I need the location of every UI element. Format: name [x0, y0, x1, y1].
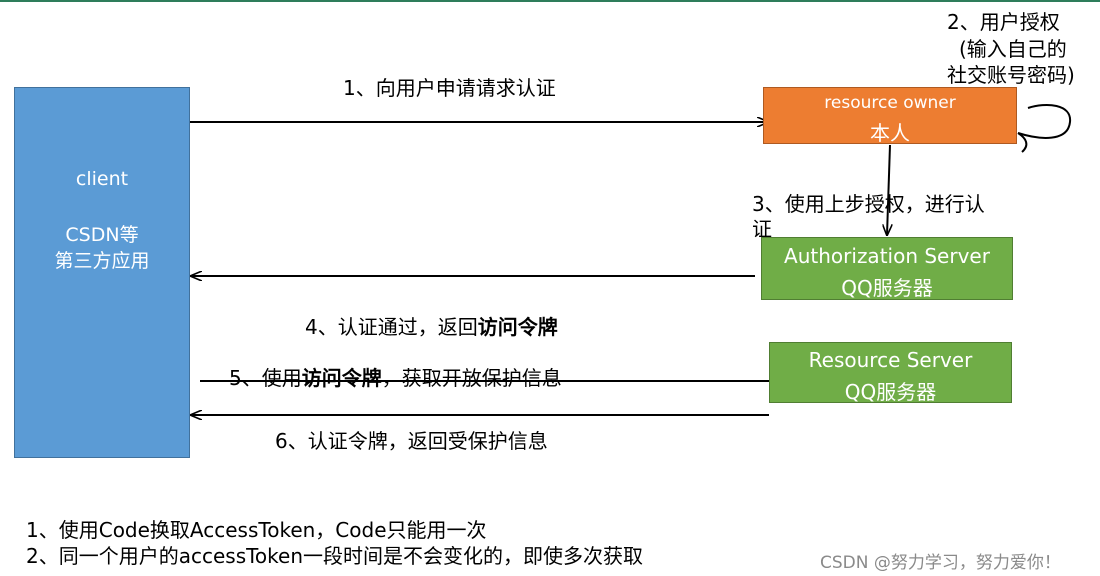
resource-server-sublabel: QQ服务器	[844, 380, 937, 404]
step4-label: 4、认证通过，返回访问令牌	[305, 311, 558, 340]
step2-label-line3: 社交账号密码)	[947, 63, 1075, 87]
note-1: 1、使用Code换取AccessToken，Code只能用一次	[26, 518, 487, 542]
step6-label: 6、认证令牌，返回受保护信息	[275, 429, 548, 453]
authorization-server-sublabel: QQ服务器	[841, 276, 933, 300]
step2-label-line2: (输入自己的	[959, 37, 1067, 61]
step5-label-suffix: ，获取开放保护信息	[381, 366, 562, 390]
resource-owner-sublabel: 本人	[870, 121, 910, 145]
step4-label-text: 4、认证通过，返回	[305, 315, 478, 339]
step5-label-token: 访问令牌	[301, 366, 382, 390]
watermark: CSDN @努力学习，努力爱你！	[820, 553, 1061, 573]
step5-label: 5、使用访问令牌，获取开放保护信息	[229, 362, 562, 391]
authorization-server-label: Authorization Server	[784, 244, 990, 268]
note-2: 2、同一个用户的accessToken一段时间是不会变化的，即使多次获取	[26, 544, 644, 568]
step2-label-line1: 2、用户授权	[947, 10, 1060, 34]
resource-server-label: Resource Server	[808, 348, 973, 372]
client-sublabel-1: CSDN等	[65, 224, 139, 246]
arrow-step2-loop	[1017, 104, 1072, 139]
resource-server-box: Resource Server QQ服务器	[769, 342, 1012, 404]
step3-label-line2: 证	[752, 217, 772, 241]
step3-label-line1: 3、使用上步授权，进行认	[752, 192, 985, 216]
resource-owner-label: resource owner	[824, 93, 956, 113]
step4-label-token: 访问令牌	[477, 315, 558, 339]
step1-label: 1、向用户申请请求认证	[343, 76, 556, 100]
client-sublabel-2: 第三方应用	[54, 250, 150, 272]
client-label: client	[75, 168, 129, 190]
authorization-server-box: Authorization Server QQ服务器	[761, 237, 1013, 300]
client-box: client CSDN等 第三方应用	[14, 87, 190, 458]
step5-label-prefix: 5、使用	[229, 366, 302, 390]
resource-owner-box: resource owner 本人	[763, 87, 1017, 145]
